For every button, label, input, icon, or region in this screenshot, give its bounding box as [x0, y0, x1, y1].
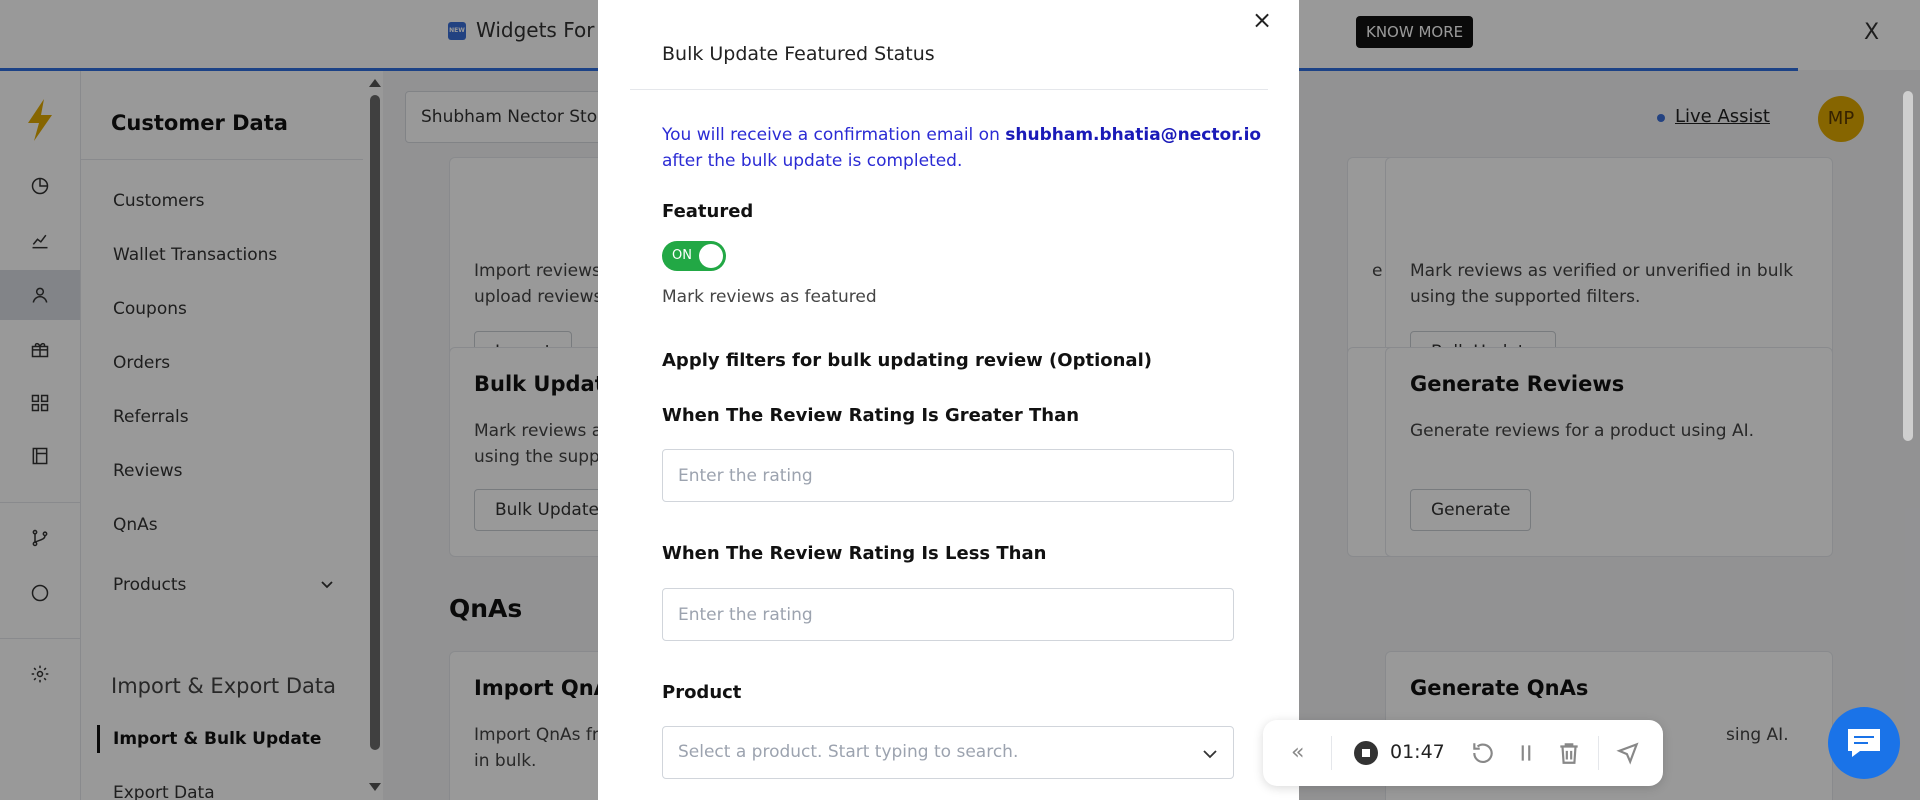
confirmation-notice: You will receive a confirmation email on…: [662, 125, 1262, 171]
scrollbar-thumb[interactable]: [1903, 91, 1913, 441]
collapse-icon[interactable]: «: [1291, 740, 1304, 765]
greater-than-label: When The Review Rating Is Greater Than: [662, 405, 1080, 426]
chat-icon: [1848, 729, 1880, 757]
rating-greater-than-input[interactable]: [662, 449, 1234, 502]
page-scrollbar[interactable]: [1898, 71, 1920, 800]
featured-label: Featured: [662, 201, 754, 222]
toolbar-divider: [1598, 736, 1599, 770]
restart-icon[interactable]: [1470, 740, 1496, 766]
modal-divider: [630, 89, 1268, 90]
notice-email: shubham.bhatia@nector.io: [1005, 125, 1262, 145]
pause-icon[interactable]: [1513, 740, 1539, 766]
stop-recording-icon[interactable]: [1354, 741, 1378, 765]
product-label: Product: [662, 682, 742, 703]
cursor-icon[interactable]: [1615, 740, 1641, 766]
less-than-label: When The Review Rating Is Less Than: [662, 543, 1047, 564]
trash-icon[interactable]: [1556, 740, 1582, 766]
toggle-knob: [699, 244, 723, 268]
screen-recorder-toolbar: « 01:47: [1263, 720, 1663, 786]
product-select-placeholder: Select a product. Start typing to search…: [678, 742, 1019, 762]
chat-widget-button[interactable]: [1828, 707, 1900, 779]
recording-timer: 01:47: [1390, 741, 1445, 763]
rating-less-than-input[interactable]: [662, 588, 1234, 641]
toggle-help-text: Mark reviews as featured: [662, 287, 877, 307]
chevron-down-icon: [1203, 750, 1217, 759]
close-icon[interactable]: ×: [1252, 6, 1272, 34]
product-select[interactable]: Select a product. Start typing to search…: [662, 726, 1234, 779]
featured-toggle[interactable]: ON: [662, 241, 726, 271]
filters-heading: Apply filters for bulk updating review (…: [662, 350, 1152, 371]
toolbar-divider: [1331, 736, 1332, 770]
modal-title: Bulk Update Featured Status: [662, 43, 935, 65]
bulk-update-modal: × Bulk Update Featured Status You will r…: [598, 0, 1299, 800]
toggle-state-text: ON: [672, 248, 692, 263]
